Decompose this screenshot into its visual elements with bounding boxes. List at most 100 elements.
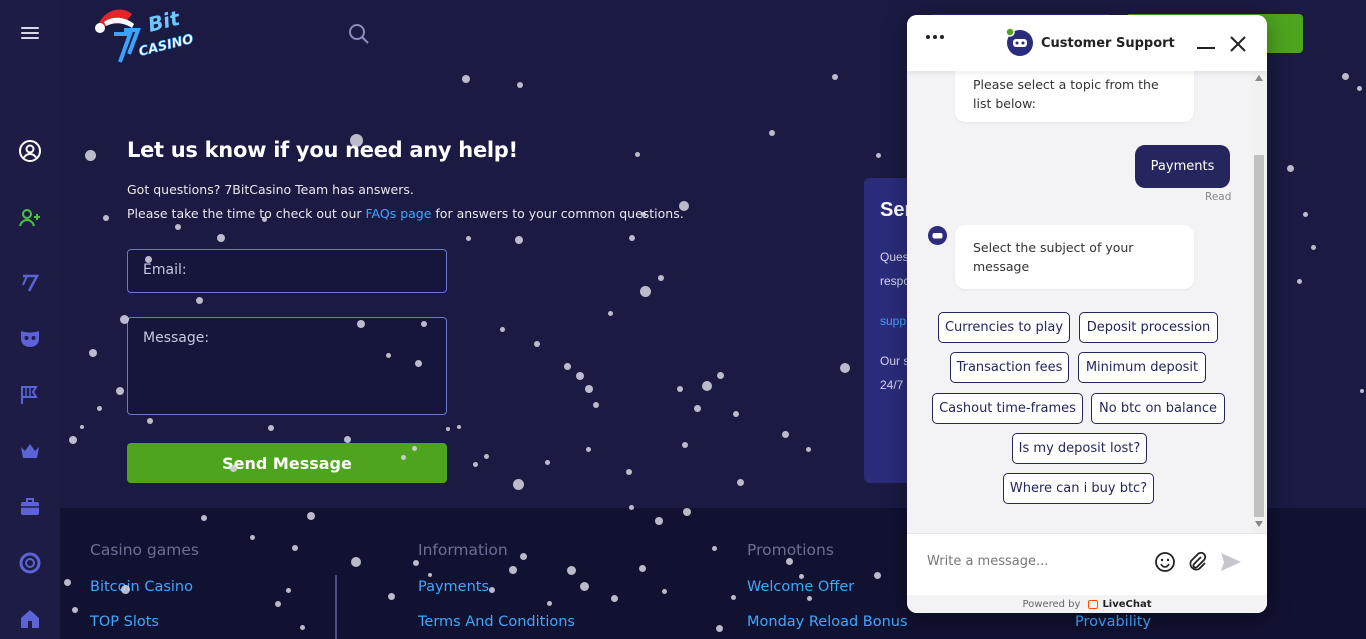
snowflake [1286, 164, 1294, 172]
snowflake [499, 326, 505, 332]
snowflake [1341, 72, 1349, 80]
snowflake [80, 425, 84, 429]
snowflake [63, 578, 71, 586]
snowflake [1360, 389, 1364, 393]
snowflake [628, 504, 634, 510]
snowflake [693, 404, 701, 412]
bot-message-subject: Select the subject of your message [955, 225, 1194, 289]
lifebuoy-icon[interactable] [17, 550, 43, 576]
flag-icon[interactable] [17, 382, 43, 408]
snowflake [769, 130, 775, 136]
7bit-casino-logo[interactable]: Bit CASINO [92, 4, 196, 68]
snowflake [229, 464, 237, 472]
snowflake [655, 517, 663, 525]
footer-link-top-slots[interactable]: TOP Slots [90, 614, 159, 630]
snowflake [357, 320, 365, 328]
footer-link-terms[interactable]: Terms And Conditions [418, 614, 575, 630]
chat-scrollbar-thumb[interactable] [1254, 155, 1264, 517]
chip-cashout-time-frames[interactable]: Cashout time-frames [932, 393, 1083, 424]
message-field[interactable]: Message: [127, 317, 447, 415]
chat-title: Customer Support [1041, 36, 1175, 51]
snowflake [716, 371, 724, 379]
snowflake [1296, 278, 1302, 284]
snowflake [519, 552, 527, 560]
minimize-icon[interactable] [1197, 47, 1215, 49]
help-intro: Got questions? 7BitCasino Team has answe… [127, 182, 414, 197]
snowflake [349, 133, 363, 147]
briefcase-icon[interactable] [17, 494, 43, 520]
support-avatar-icon [1005, 27, 1035, 57]
snowflake [299, 624, 305, 630]
footer-link-payments[interactable]: Payments [418, 579, 489, 595]
snowflake [285, 587, 291, 593]
page-title: Let us know if you need any help! [127, 138, 518, 162]
snowflake [385, 352, 391, 358]
chip-no-btc-on-balance[interactable]: No btc on balance [1091, 393, 1225, 424]
chip-currencies-to-play[interactable]: Currencies to play [938, 312, 1070, 343]
powered-by-text: Powered by [1022, 598, 1081, 610]
close-icon[interactable] [1229, 35, 1247, 53]
chat-messages: Please select a topic from the list belo… [907, 71, 1267, 533]
snowflake [517, 82, 523, 88]
snowflake [566, 565, 576, 575]
home-icon[interactable] [17, 606, 43, 632]
snowflake [805, 446, 811, 452]
snowflake [638, 564, 646, 572]
chip-where-can-i-buy-btc[interactable]: Where can i buy btc? [1003, 473, 1154, 504]
snowflake [626, 469, 632, 475]
send-icon[interactable] [1219, 551, 1243, 573]
snowflake [563, 362, 571, 370]
footer-link-welcome-offer[interactable]: Welcome Offer [747, 579, 854, 595]
snowflake [509, 566, 517, 574]
send-message-button[interactable]: Send Message [127, 443, 447, 483]
chip-transaction-fees[interactable]: Transaction fees [950, 352, 1069, 383]
snowflake [610, 594, 618, 602]
snowflake [292, 545, 298, 551]
snowflake [217, 234, 225, 242]
scroll-down-icon[interactable] [1255, 521, 1263, 527]
add-user-icon[interactable] [17, 205, 43, 231]
service-card-link[interactable]: supp [880, 314, 906, 328]
chip-is-my-deposit-lost[interactable]: Is my deposit lost? [1012, 433, 1147, 464]
bot-message-topic: Please select a topic from the list belo… [955, 71, 1194, 122]
snowflake [72, 607, 78, 613]
livechat-brand[interactable]: LiveChat [1102, 599, 1151, 610]
scroll-up-icon[interactable] [1255, 75, 1263, 81]
profile-icon[interactable] [17, 138, 43, 164]
snowflake [579, 581, 589, 591]
footer-link-monday-reload[interactable]: Monday Reload Bonus [747, 614, 908, 630]
user-message-payments: Payments [1135, 145, 1230, 188]
snowflake [483, 453, 489, 459]
snowflake [534, 341, 540, 347]
search-icon[interactable] [347, 22, 371, 46]
7bit-icon[interactable] [17, 270, 43, 296]
snowflake [677, 386, 683, 392]
snowflake [201, 515, 207, 521]
snowflake [421, 321, 427, 327]
emoji-icon[interactable] [1154, 551, 1176, 573]
snowflake [351, 557, 361, 567]
footer-link-bitcoin-casino[interactable]: Bitcoin Casino [90, 579, 193, 595]
service-card-line1: Ques [880, 250, 909, 264]
mask-icon[interactable] [17, 326, 43, 352]
faq-link[interactable]: FAQs page [366, 206, 432, 221]
chip-deposit-procession[interactable]: Deposit procession [1079, 312, 1218, 343]
livechat-logo-icon [1088, 599, 1099, 609]
hamburger-icon[interactable] [17, 20, 43, 46]
chip-minimum-deposit[interactable]: Minimum deposit [1078, 352, 1206, 383]
livechat-widget: Customer Support Please select a topic f… [907, 15, 1267, 613]
footer-link-provability[interactable]: Provability [1075, 614, 1151, 630]
attachment-icon[interactable] [1186, 551, 1208, 573]
snowflake [457, 425, 461, 429]
snowflake [1310, 244, 1316, 250]
snowflake [400, 454, 406, 460]
snowflake [268, 425, 274, 431]
message-input[interactable]: Write a message... [927, 554, 1048, 569]
crown-icon[interactable] [17, 438, 43, 464]
email-field[interactable]: Email: [127, 249, 447, 293]
bot-avatar-icon [928, 226, 947, 245]
sidebar-rail [0, 0, 60, 639]
snowflake [702, 381, 712, 391]
snowflake [798, 573, 804, 579]
more-options-icon[interactable] [926, 35, 944, 39]
